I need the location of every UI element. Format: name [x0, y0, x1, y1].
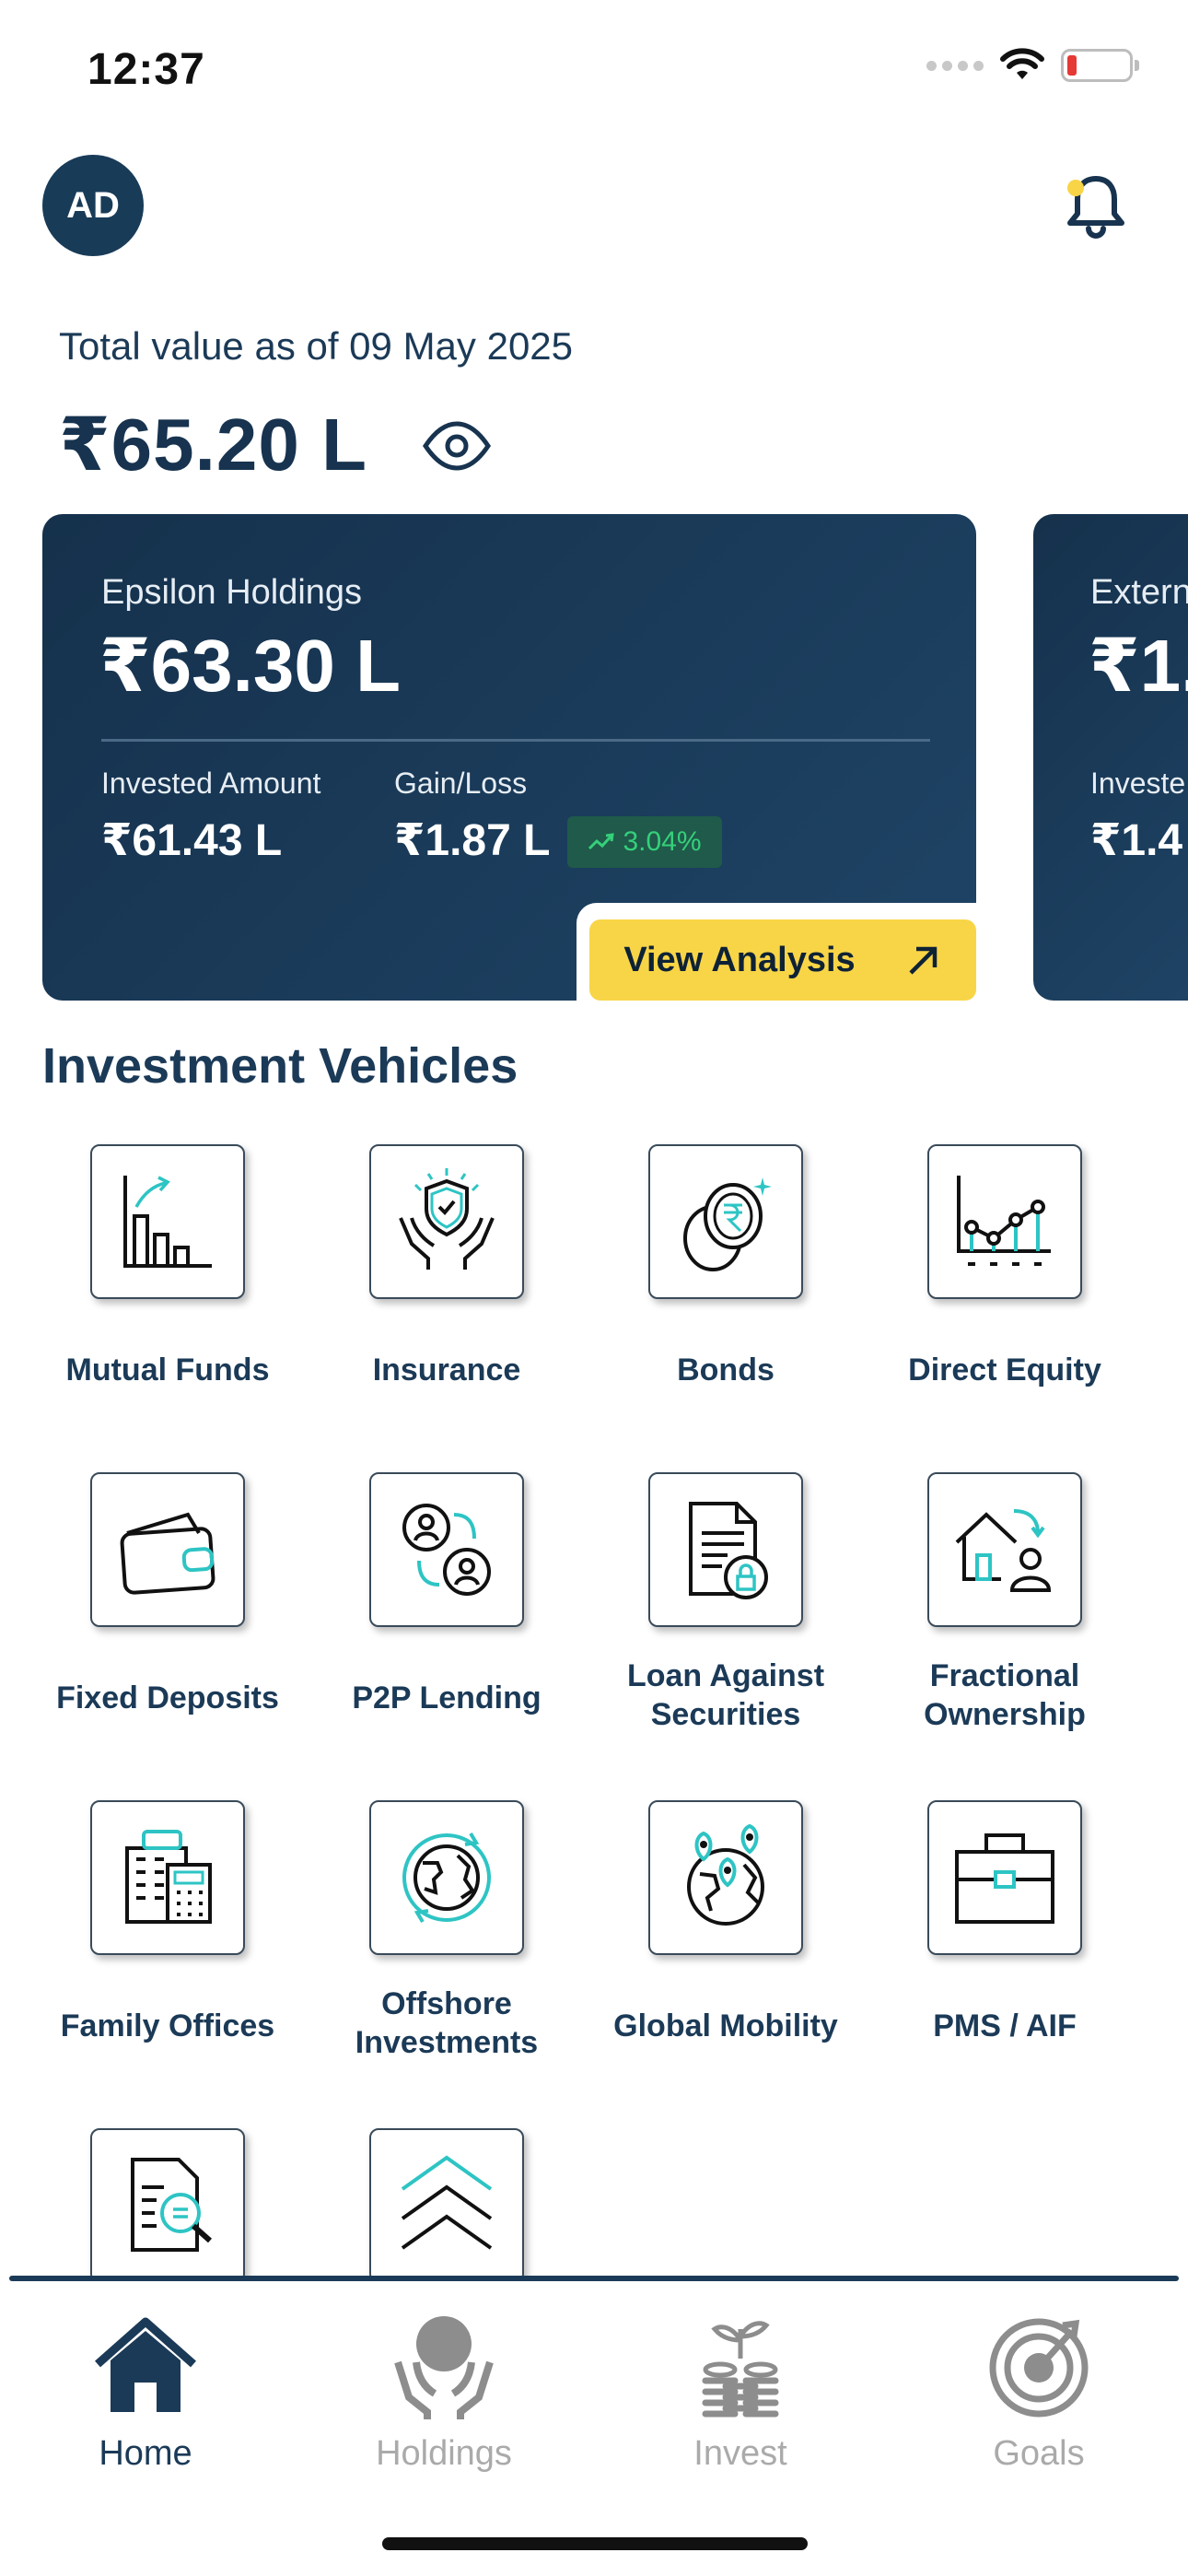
nav-label: Invest	[693, 2434, 787, 2473]
vehicle-label: Bonds	[677, 1352, 775, 1388]
card2-value: ₹1.	[1089, 625, 1188, 707]
arrow-up-right-icon	[909, 946, 937, 975]
coins-icon	[683, 1177, 772, 1271]
nav-divider	[9, 2276, 1179, 2281]
nav-goals[interactable]: Goals	[928, 2313, 1149, 2474]
gain-percent: 3.04%	[623, 826, 702, 857]
vehicle-label: Global Mobility	[613, 2008, 838, 2043]
office-building-icon	[125, 1830, 212, 1924]
vehicle-pms-aif[interactable]: PMS / AIF	[885, 1800, 1124, 2045]
view-analysis-button[interactable]: View Analysis	[589, 919, 976, 1001]
card2-invested-value: ₹1.4	[1090, 816, 1183, 865]
vehicle-label: Fixed Deposits	[56, 1680, 279, 1715]
eye-icon[interactable]	[422, 411, 492, 481]
vehicle-fixed-deposits[interactable]: Fixed Deposits	[48, 1472, 287, 1717]
wifi-icon	[1000, 48, 1044, 79]
invested-value: ₹61.43 L	[101, 816, 283, 865]
card-divider	[101, 739, 930, 742]
signal-icon	[926, 60, 984, 71]
shield-hands-icon	[399, 1168, 495, 1270]
vehicle-label: Offshore Investments	[355, 1986, 539, 2060]
vehicle-direct-equity[interactable]: Direct Equity	[885, 1144, 1124, 1389]
vehicle-label: Direct Equity	[908, 1352, 1101, 1388]
gain-label: Gain/Loss	[394, 767, 528, 800]
status-icons	[926, 48, 1139, 83]
nav-holdings[interactable]: Holdings	[333, 2313, 554, 2474]
vehicle-label: Loan Against Securities	[626, 1658, 825, 1732]
vehicle-loan-against-securities[interactable]: Loan Against Securities	[606, 1472, 845, 1734]
gain-value: ₹1.87 L	[394, 816, 551, 865]
invested-label: Invested Amount	[101, 767, 321, 800]
section-title: Investment Vehicles	[42, 1038, 518, 1094]
bottom-nav: Home Holdings Invest Goals	[0, 2276, 1188, 2576]
nav-home[interactable]: Home	[35, 2313, 256, 2474]
target-icon	[989, 2318, 1089, 2418]
vehicle-label: P2P Lending	[352, 1680, 542, 1715]
card2-title: Extern	[1090, 573, 1188, 612]
vehicle-label: Insurance	[372, 1352, 521, 1388]
nav-label: Home	[99, 2434, 192, 2473]
trend-up-icon	[588, 833, 615, 850]
status-time: 12:37	[87, 45, 205, 94]
vehicle-label: PMS / AIF	[933, 2008, 1077, 2043]
line-chart-icon	[957, 1176, 1051, 1266]
gain-percent-badge: 3.04%	[567, 816, 722, 868]
house-person-icon	[955, 1509, 1052, 1592]
card-title: Epsilon Holdings	[101, 573, 363, 612]
vehicle-research[interactable]	[48, 2128, 287, 2283]
nav-label: Holdings	[376, 2434, 512, 2473]
vehicle-mutual-funds[interactable]: Mutual Funds	[48, 1144, 287, 1389]
holdings-icon	[394, 2316, 494, 2419]
vehicle-fractional-ownership[interactable]: Fractional Ownership	[885, 1472, 1124, 1734]
document-search-icon	[131, 2158, 212, 2252]
nav-label: Goals	[993, 2434, 1085, 2473]
home-icon	[95, 2317, 196, 2412]
battery-icon	[1061, 49, 1139, 82]
nav-invest[interactable]: Invest	[630, 2313, 851, 2474]
vehicle-offshore-investments[interactable]: Offshore Investments	[327, 1800, 566, 2062]
external-holdings-card[interactable]: Extern ₹1. Investe ₹1.4	[1033, 514, 1188, 1001]
vehicle-label: Family Offices	[60, 2008, 275, 2043]
vehicle-bonds[interactable]: Bonds	[606, 1144, 845, 1389]
globe-pins-icon	[687, 1823, 764, 1926]
view-analysis-label: View Analysis	[623, 940, 856, 979]
vehicle-label: Fractional Ownership	[924, 1658, 1086, 1732]
home-indicator[interactable]	[382, 2537, 808, 2550]
total-value-label: Total value as of 09 May 2025	[59, 324, 574, 368]
card-value: ₹63.30 L	[99, 625, 401, 707]
card2-invested-label: Investe	[1090, 767, 1186, 800]
briefcase-icon	[955, 1833, 1054, 1924]
invest-coins-icon	[702, 2321, 779, 2418]
chevrons-up-icon	[401, 2155, 493, 2250]
notification-bell-icon[interactable]	[1059, 168, 1133, 241]
bar-chart-icon	[123, 1176, 212, 1268]
avatar-initials: AD	[66, 184, 120, 226]
document-lock-icon	[689, 1502, 768, 1599]
people-exchange-icon	[402, 1504, 491, 1596]
globe-cycle-icon	[402, 1832, 491, 1924]
vehicle-p2p-lending[interactable]: P2P Lending	[327, 1472, 566, 1717]
vehicle-family-offices[interactable]: Family Offices	[48, 1800, 287, 2045]
vehicle-global-mobility[interactable]: Global Mobility	[606, 1800, 845, 2045]
wallet-icon	[120, 1512, 215, 1595]
vehicle-label: Mutual Funds	[65, 1352, 270, 1388]
avatar[interactable]: AD	[42, 155, 144, 256]
status-bar: 12:37	[0, 0, 1188, 138]
vehicle-more[interactable]	[327, 2128, 566, 2283]
total-value: ₹65.20 L	[59, 404, 367, 486]
vehicle-insurance[interactable]: Insurance	[327, 1144, 566, 1389]
